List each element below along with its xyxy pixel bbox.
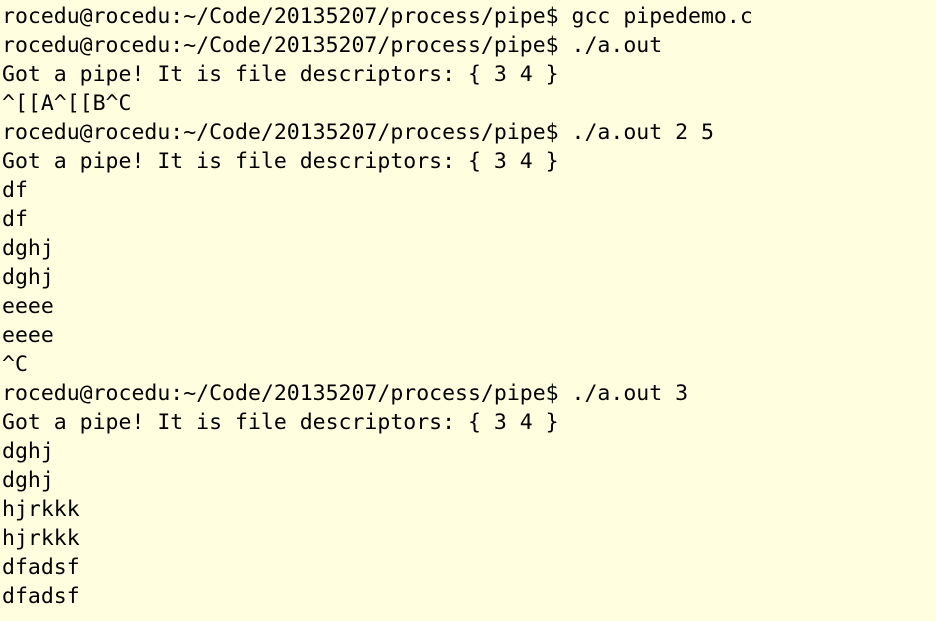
terminal-output-line: df <box>2 207 28 232</box>
terminal-output-line: dfadsf <box>2 555 80 580</box>
terminal-output-line: hjrkkk <box>2 526 80 551</box>
terminal-screen[interactable]: rocedu@rocedu:~/Code/20135207/process/pi… <box>2 2 936 611</box>
terminal-output-line: dfadsf <box>2 584 80 609</box>
terminal-output-line: eeee <box>2 294 54 319</box>
terminal-prompt-line: rocedu@rocedu:~/Code/20135207/process/pi… <box>2 4 753 29</box>
terminal-output-line: dghj <box>2 236 54 261</box>
terminal-output-line: df <box>2 178 28 203</box>
terminal-prompt-line: rocedu@rocedu:~/Code/20135207/process/pi… <box>2 33 663 58</box>
terminal-output-line: dghj <box>2 439 54 464</box>
terminal-output-line: dghj <box>2 468 54 493</box>
terminal-output-line: Got a pipe! It is file descriptors: { 3 … <box>2 62 559 87</box>
terminal-window[interactable]: rocedu@rocedu:~/Code/20135207/process/pi… <box>0 0 936 621</box>
terminal-output-line: Got a pipe! It is file descriptors: { 3 … <box>2 410 559 435</box>
terminal-prompt-line: rocedu@rocedu:~/Code/20135207/process/pi… <box>2 381 689 406</box>
terminal-output-line: ^C <box>2 352 28 377</box>
terminal-prompt-line: rocedu@rocedu:~/Code/20135207/process/pi… <box>2 120 714 145</box>
terminal-output-line: eeee <box>2 323 54 348</box>
terminal-output-line: Got a pipe! It is file descriptors: { 3 … <box>2 149 559 174</box>
terminal-output-line: ^[[A^[[B^C <box>2 91 132 116</box>
terminal-output-line: hjrkkk <box>2 497 80 522</box>
terminal-output-line: dghj <box>2 265 54 290</box>
